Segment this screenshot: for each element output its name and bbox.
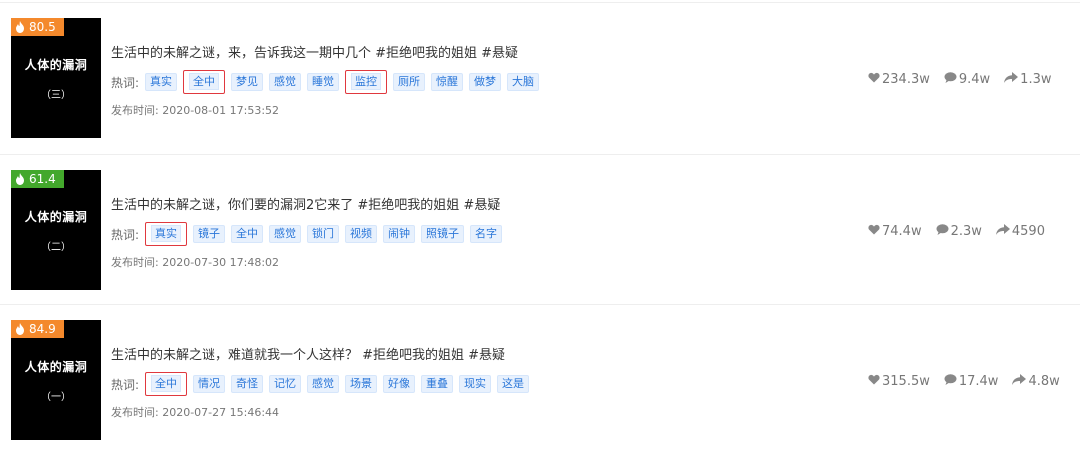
hot-score-badge: 80.5 [11, 18, 64, 36]
hot-word-tag[interactable]: 惊醒 [431, 73, 464, 91]
share-icon [1004, 72, 1020, 87]
publish-time-label: 发布时间: [111, 406, 159, 419]
publish-time: 发布时间: 2020-07-27 15:46:44 [111, 404, 279, 420]
hot-word-tag-highlighted[interactable]: 真实 [145, 222, 188, 246]
share-icon [1012, 374, 1028, 389]
hot-word-tag[interactable]: 感觉 [269, 225, 302, 243]
publish-time-label: 发布时间: [111, 256, 159, 269]
likes-count: 315.5w [882, 374, 930, 389]
hot-word-tag[interactable]: 场景 [345, 375, 378, 393]
video-thumbnail[interactable]: 80.5 人体的漏洞 （三） [11, 18, 101, 138]
hot-word-tag[interactable]: 厕所 [393, 73, 426, 91]
hot-word-tag-highlighted[interactable]: 监控 [345, 70, 388, 94]
hot-word-tag-highlighted[interactable]: 全中 [183, 70, 226, 94]
hot-word-tag[interactable]: 视频 [345, 225, 378, 243]
video-title[interactable]: 生活中的未解之谜，难道就我一个人这样？ #拒绝吧我的姐姐 #悬疑 [111, 344, 505, 363]
video-title[interactable]: 生活中的未解之谜，来，告诉我这一期中几个 #拒绝吧我的姐姐 #悬疑 [111, 42, 518, 61]
video-item: 84.9 人体的漏洞 （一） 生活中的未解之谜，难道就我一个人这样？ #拒绝吧我… [0, 302, 1080, 452]
shares-count: 4590 [1011, 224, 1045, 239]
hot-words: 热词: 真实 镜子 全中 感觉 锁门 视频 闹钟 照镜子 名字 [111, 222, 508, 246]
video-thumbnail[interactable]: 84.9 人体的漏洞 （一） [11, 320, 101, 440]
hot-words-label: 热词: [111, 75, 140, 90]
hot-word-tag[interactable]: 镜子 [193, 225, 226, 243]
heart-icon [868, 224, 882, 239]
hot-words-label: 热词: [111, 227, 140, 242]
comments-count: 9.4w [958, 72, 991, 87]
publish-time-value: 2020-07-27 15:46:44 [162, 406, 280, 419]
hot-word-tag[interactable]: 全中 [231, 225, 264, 243]
comments-count: 17.4w [958, 374, 999, 389]
hot-word-tag[interactable]: 梦见 [231, 73, 264, 91]
comments-count: 2.3w [950, 224, 982, 239]
hot-word-tag[interactable]: 感觉 [307, 375, 340, 393]
hot-score-badge: 84.9 [11, 320, 64, 338]
likes-stat: 74.4w [868, 224, 922, 239]
flame-icon [15, 173, 25, 185]
shares-count: 1.3w [1020, 72, 1052, 87]
video-item: 80.5 人体的漏洞 （三） 生活中的未解之谜，来，告诉我这一期中几个 #拒绝吧… [0, 0, 1080, 150]
comments-stat: 9.4w [944, 72, 990, 87]
likes-stat: 315.5w [868, 374, 930, 389]
hot-word-tag[interactable]: 做梦 [469, 73, 502, 91]
video-stats: 315.5w 17.4w 4.8w [868, 374, 1074, 389]
hot-word-tag[interactable]: 睡觉 [307, 73, 340, 91]
comments-stat: 2.3w [936, 224, 982, 239]
likes-stat: 234.3w [868, 72, 930, 87]
thumbnail-title: 人体的漏洞 [24, 210, 88, 224]
hot-word-tag-highlighted[interactable]: 全中 [145, 372, 188, 396]
heart-icon [868, 374, 882, 389]
publish-time-value: 2020-08-01 17:53:52 [162, 104, 280, 117]
hot-word-tag[interactable]: 这是 [497, 375, 530, 393]
hot-word-tag[interactable]: 好像 [383, 375, 416, 393]
hot-words: 热词: 真实 全中 梦见 感觉 睡觉 监控 厕所 惊醒 做梦 大脑 [111, 70, 545, 94]
publish-time-label: 发布时间: [111, 104, 159, 117]
comment-icon [944, 72, 959, 87]
video-item: 61.4 人体的漏洞 （二） 生活中的未解之谜，你们要的漏洞2它来了 #拒绝吧我… [0, 152, 1080, 302]
hot-word-tag[interactable]: 锁门 [307, 225, 340, 243]
hot-word-tag[interactable]: 大脑 [507, 73, 540, 91]
thumbnail-title: 人体的漏洞 [24, 58, 88, 72]
thumbnail-subtitle: （一） [41, 392, 71, 403]
hot-score-value: 80.5 [29, 20, 56, 34]
hot-word-tag[interactable]: 闹钟 [383, 225, 416, 243]
hot-word-tag[interactable]: 奇怪 [231, 375, 264, 393]
video-thumbnail[interactable]: 61.4 人体的漏洞 （二） [11, 170, 101, 290]
likes-count: 234.3w [882, 72, 930, 87]
thumbnail-subtitle: （二） [41, 242, 71, 253]
comment-icon [944, 374, 959, 389]
hot-score-value: 61.4 [29, 172, 56, 186]
hot-word-tag[interactable]: 情况 [193, 375, 226, 393]
comments-stat: 17.4w [944, 374, 999, 389]
hot-words-label: 热词: [111, 377, 140, 392]
hot-word-tag[interactable]: 现实 [459, 375, 492, 393]
publish-time: 发布时间: 2020-07-30 17:48:02 [111, 254, 279, 270]
hot-word-tag[interactable]: 照镜子 [421, 225, 465, 243]
video-stats: 74.4w 2.3w 4590 [868, 224, 1059, 239]
hot-word-tag[interactable]: 真实 [145, 73, 178, 91]
publish-time: 发布时间: 2020-08-01 17:53:52 [111, 102, 279, 118]
likes-count: 74.4w [882, 224, 922, 239]
video-stats: 234.3w 9.4w 1.3w [868, 72, 1065, 87]
video-title[interactable]: 生活中的未解之谜，你们要的漏洞2它来了 #拒绝吧我的姐姐 #悬疑 [111, 194, 500, 213]
comment-icon [936, 224, 951, 239]
thumbnail-subtitle: （三） [41, 90, 71, 101]
thumbnail-title: 人体的漏洞 [24, 360, 88, 374]
share-icon [995, 224, 1012, 239]
hot-score-badge: 61.4 [11, 170, 64, 188]
hot-word-tag[interactable]: 感觉 [269, 73, 302, 91]
publish-time-value: 2020-07-30 17:48:02 [162, 256, 280, 269]
flame-icon [15, 323, 25, 335]
shares-stat: 1.3w [1004, 72, 1051, 87]
hot-word-tag[interactable]: 记忆 [269, 375, 302, 393]
heart-icon [868, 72, 882, 87]
flame-icon [15, 21, 25, 33]
shares-stat: 4590 [995, 224, 1045, 239]
hot-score-value: 84.9 [29, 322, 56, 336]
hot-word-tag[interactable]: 重叠 [421, 375, 454, 393]
shares-stat: 4.8w [1012, 374, 1060, 389]
hot-word-tag[interactable]: 名字 [470, 225, 503, 243]
shares-count: 4.8w [1028, 374, 1060, 389]
hot-words: 热词: 全中 情况 奇怪 记忆 感觉 场景 好像 重叠 现实 这是 [111, 372, 535, 396]
